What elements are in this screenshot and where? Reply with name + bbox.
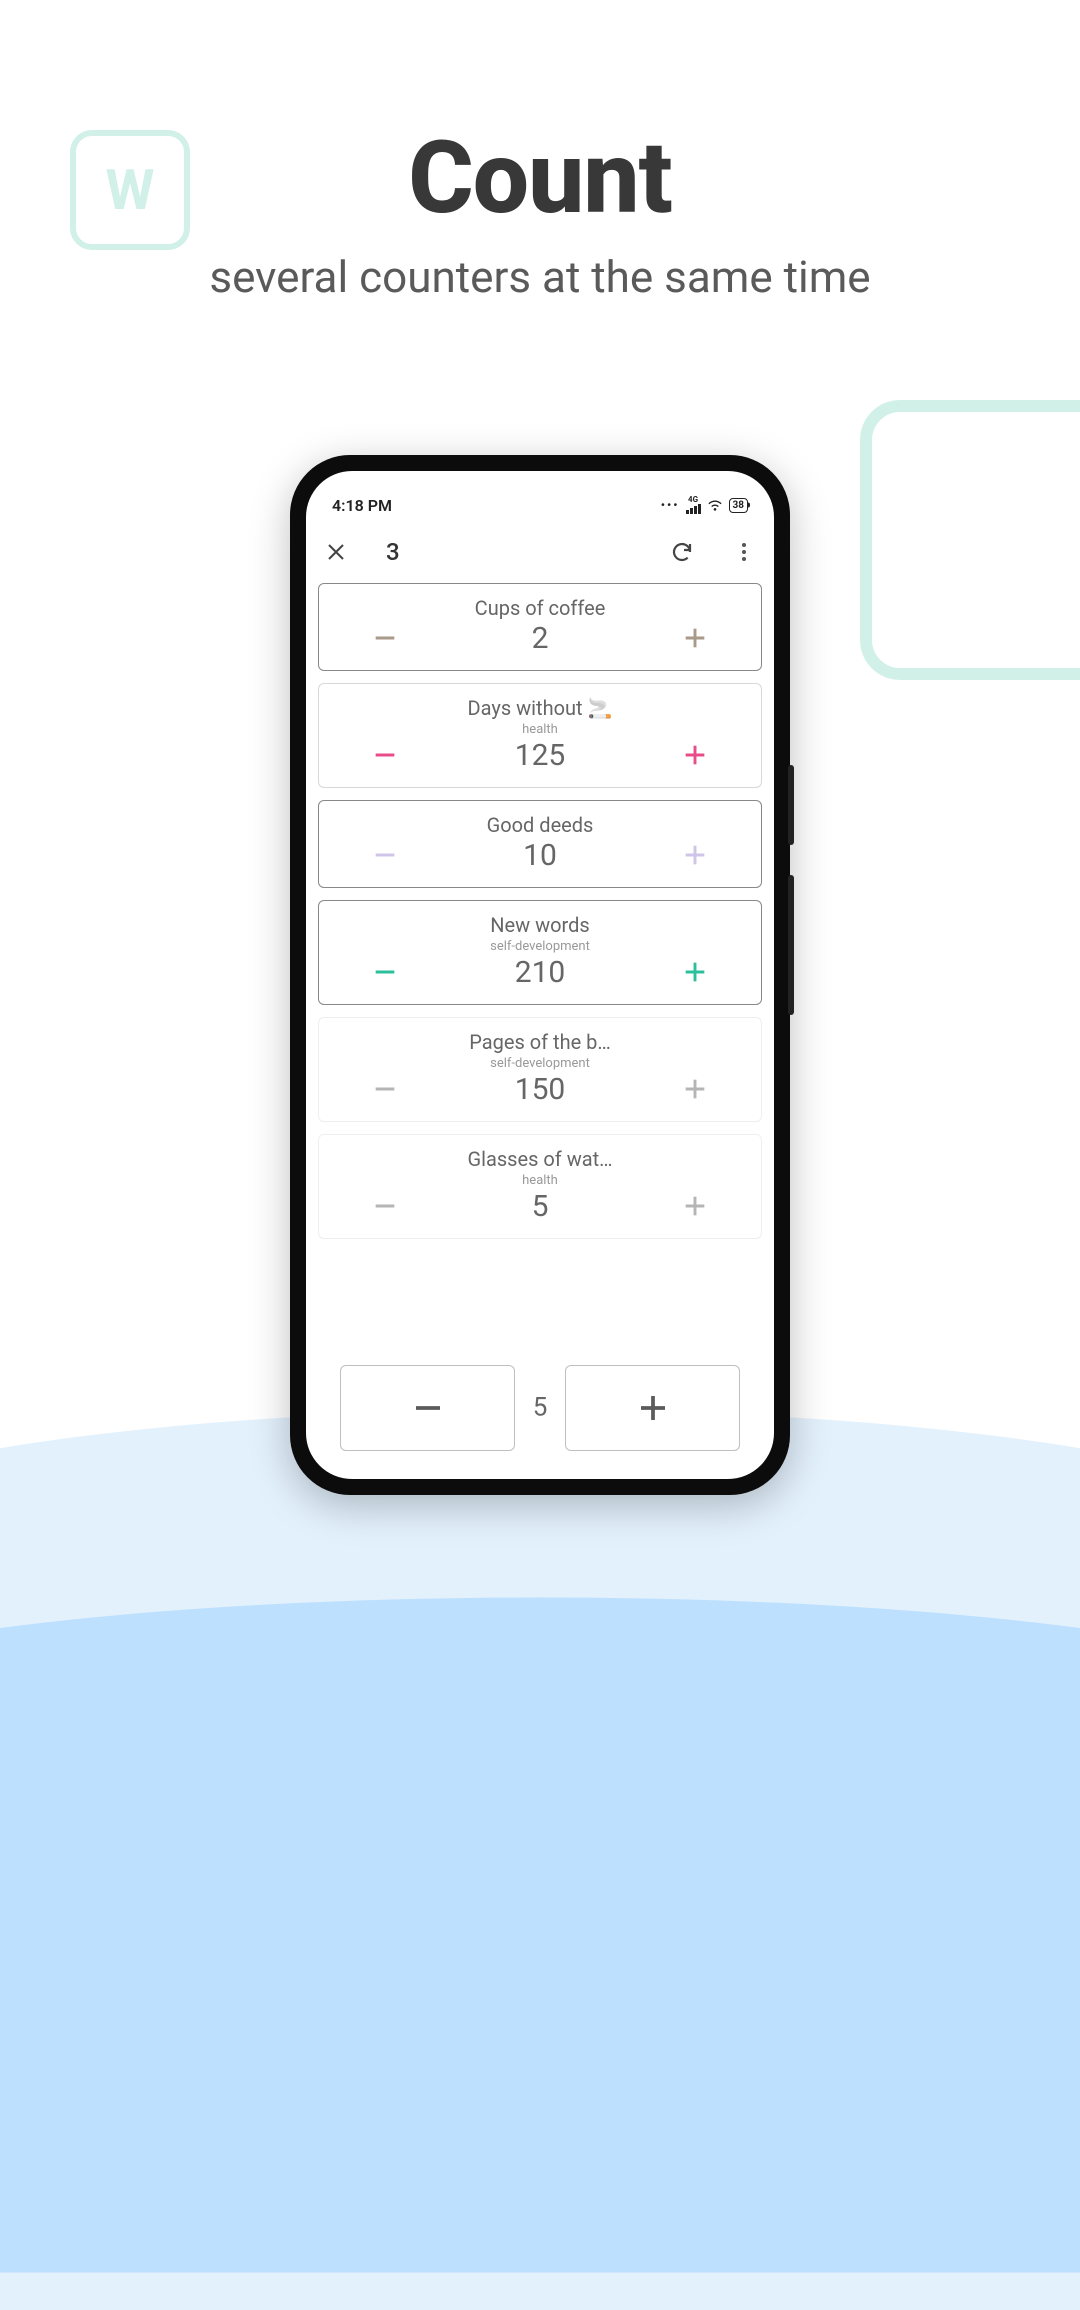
decrement-button[interactable]: [367, 737, 403, 773]
overlay-minus-button[interactable]: [340, 1365, 515, 1451]
counter-title: New words: [319, 913, 761, 937]
counter-subtitle: health: [319, 1173, 761, 1188]
increment-button[interactable]: [677, 620, 713, 656]
counter-value: 150: [403, 1072, 677, 1107]
refresh-icon[interactable]: [670, 540, 694, 564]
counter-title: Glasses of wat…: [319, 1147, 761, 1171]
increment-button[interactable]: [677, 837, 713, 873]
counter-title: Cups of coffee: [319, 596, 761, 620]
close-icon[interactable]: [324, 540, 348, 564]
counter-title: Pages of the b…: [319, 1030, 761, 1054]
counter-card[interactable]: Glasses of wat… health5: [318, 1134, 762, 1239]
counter-card[interactable]: New words self-development210: [318, 900, 762, 1005]
counter-subtitle: self-development: [319, 939, 761, 954]
decrement-button[interactable]: [367, 954, 403, 990]
more-icon[interactable]: [732, 540, 756, 564]
increment-button[interactable]: [677, 954, 713, 990]
status-bar: 4:18 PM ••• 4G 38: [306, 485, 774, 525]
decrement-button[interactable]: [367, 620, 403, 656]
counter-value: 125: [403, 738, 677, 773]
counter-title: Good deeds: [319, 813, 761, 837]
counter-title: Days without 🚬: [319, 696, 761, 720]
phone-screen: 4:18 PM ••• 4G 38 3: [306, 471, 774, 1479]
app-toolbar: 3: [306, 525, 774, 579]
counter-list[interactable]: Cups of coffee2Days without 🚬health125Go…: [306, 579, 774, 1479]
bg-logo-icon-large: [860, 400, 1080, 680]
phone-side-button-2: [788, 875, 794, 1015]
selection-count: 3: [386, 538, 400, 566]
increment-button[interactable]: [677, 1188, 713, 1224]
status-dots-icon: •••: [661, 498, 680, 512]
decrement-button[interactable]: [367, 1071, 403, 1107]
phone-side-button: [788, 765, 794, 845]
signal-icon: 4G: [686, 496, 701, 514]
heading-title: Count: [0, 120, 1080, 237]
wifi-icon: [707, 496, 723, 515]
counter-value: 5: [403, 1189, 677, 1224]
marketing-heading: Count several counters at the same time: [0, 120, 1080, 303]
decrement-button[interactable]: [367, 837, 403, 873]
counter-card[interactable]: Pages of the b… self-development150: [318, 1017, 762, 1122]
counter-card[interactable]: Days without 🚬 health125: [318, 683, 762, 788]
counter-card[interactable]: Cups of coffee2: [318, 583, 762, 671]
status-time: 4:18 PM: [332, 496, 392, 515]
counter-value: 2: [403, 621, 677, 656]
increment-button[interactable]: [677, 737, 713, 773]
battery-icon: 38: [729, 498, 748, 513]
increment-button[interactable]: [677, 1071, 713, 1107]
counter-value: 10: [403, 838, 677, 873]
overlay-plus-button[interactable]: [565, 1365, 740, 1451]
phone-frame: 4:18 PM ••• 4G 38 3: [290, 455, 790, 1495]
decrement-button[interactable]: [367, 1188, 403, 1224]
counter-value: 210: [403, 955, 677, 990]
status-right: ••• 4G 38: [661, 496, 748, 515]
counter-card[interactable]: Good deeds10: [318, 800, 762, 888]
counter-subtitle: self-development: [319, 1056, 761, 1071]
counter-subtitle: health: [319, 722, 761, 737]
heading-subtitle: several counters at the same time: [0, 251, 1080, 303]
